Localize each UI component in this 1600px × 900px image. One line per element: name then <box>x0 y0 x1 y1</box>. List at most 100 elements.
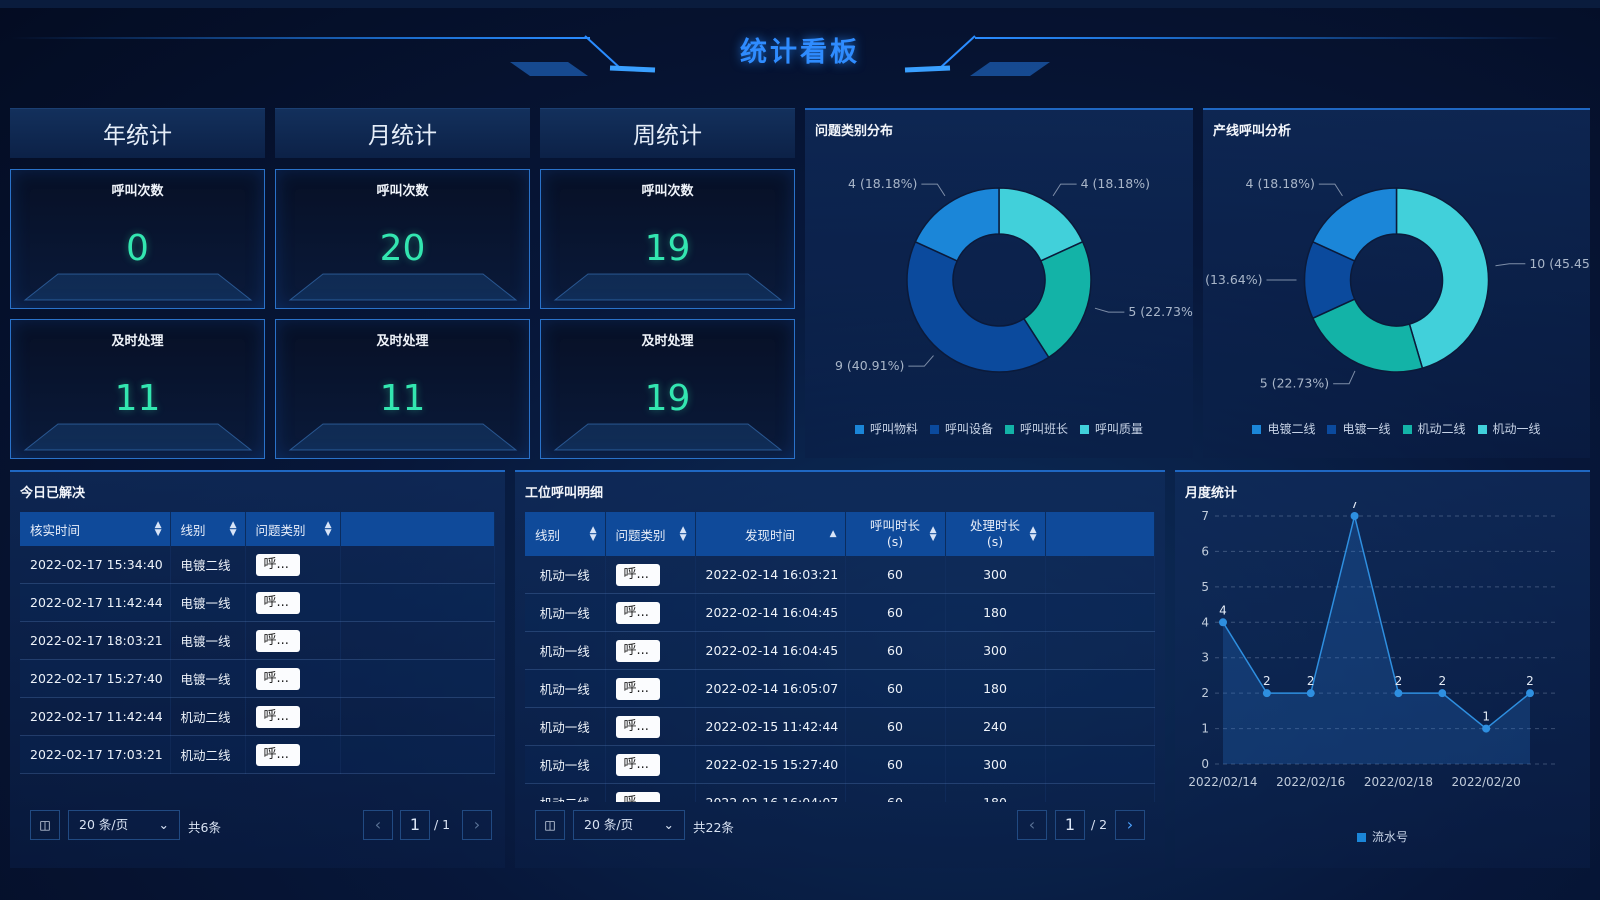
table-row[interactable]: 2022-02-17 11:42:44 机动二线 呼... <box>20 697 495 736</box>
x-tick-label: 2022/02/14 <box>1188 775 1257 789</box>
category-tag[interactable]: 呼... <box>255 667 300 690</box>
page-count: / 2 <box>1091 817 1108 832</box>
category-tag[interactable]: 呼... <box>615 563 660 586</box>
table-row[interactable]: 2022-02-17 15:34:40 电镀二线 呼... <box>20 546 495 584</box>
data-point[interactable] <box>1438 689 1447 698</box>
sort-icon[interactable]: ▲ ▼ <box>1030 526 1037 543</box>
table-row[interactable]: 2022-02-17 17:03:21 机动二线 呼... <box>20 735 495 774</box>
slice-label-line <box>1495 263 1526 267</box>
detail-table-scroll[interactable]: 线别 ▲ ▼ 问题类别 ▲ ▼ 发现时间 ▲ 呼叫时长 (s) ▲ ▼ 处理时长 (s) ▲ ▼ 机动一线 呼.… <box>525 512 1155 802</box>
table-row[interactable]: 机动一线 呼... 2022-02-14 16:04:45 60 300 <box>525 631 1155 670</box>
category-tag[interactable]: 呼... <box>255 553 300 576</box>
table-row[interactable]: 2022-02-17 11:42:44 电镀一线 呼... <box>20 583 495 622</box>
category-tag[interactable]: 呼... <box>615 639 660 662</box>
y-tick-label: 3 <box>1201 651 1209 665</box>
category-tag[interactable]: 呼... <box>615 715 660 738</box>
year-calls-card: 呼叫次数 0 <box>10 169 265 309</box>
y-tick-label: 6 <box>1201 544 1209 558</box>
data-point[interactable] <box>1262 689 1271 698</box>
table-cell: 呼... <box>605 556 696 594</box>
category-tag[interactable]: 呼... <box>255 629 300 652</box>
legend-item[interactable]: 呼叫班长 <box>1005 420 1068 437</box>
table-cell: 呼... <box>605 783 696 802</box>
legend-label: 流水号 <box>1371 830 1408 844</box>
sort-icon[interactable]: ▲ ▼ <box>680 526 687 543</box>
column-header[interactable]: 处理时长 (s) ▲ ▼ <box>945 512 1046 556</box>
data-point[interactable] <box>1306 689 1315 698</box>
detail-table: 线别 ▲ ▼ 问题类别 ▲ ▼ 发现时间 ▲ 呼叫时长 (s) ▲ ▼ 处理时长 (s) ▲ ▼ 机动一线 呼.… <box>525 512 1155 802</box>
columns-icon[interactable]: ◫ <box>535 810 565 840</box>
legend-label: 机动二线 <box>1417 422 1466 436</box>
column-header[interactable]: 问题类别 ▲ ▼ <box>245 512 341 546</box>
category-tag[interactable]: 呼... <box>255 743 300 766</box>
page-size-select[interactable]: 20 条/页 ⌄ <box>68 810 180 840</box>
data-point[interactable] <box>1350 512 1359 520</box>
legend-item[interactable]: 机动二线 <box>1402 420 1466 437</box>
page-input[interactable]: 1 <box>400 810 430 840</box>
table-row[interactable]: 机动一线 呼... 2022-02-15 11:42:44 60 240 <box>525 707 1155 746</box>
data-point[interactable] <box>1526 689 1534 698</box>
chevron-left-icon[interactable]: ‹ <box>363 810 393 840</box>
data-point[interactable] <box>1394 689 1403 698</box>
sort-icon[interactable]: ▲ ▼ <box>930 526 937 543</box>
chevron-left-icon[interactable]: ‹ <box>1017 810 1047 840</box>
category-tag[interactable]: 呼... <box>255 591 300 614</box>
monthly-line-chart: 0123456742 272 2122022/02/14 2022/02/16 2022… <box>1188 502 1558 789</box>
column-header[interactable]: 发现时间 ▲ <box>695 512 846 556</box>
column-header-label: 处理时长 (s) <box>969 518 1020 549</box>
table-cell: 呼... <box>245 583 341 622</box>
legend-item[interactable]: 电镀二线 <box>1252 420 1315 437</box>
legend-item[interactable]: 电镀一线 <box>1327 420 1391 437</box>
data-point[interactable] <box>1219 618 1227 627</box>
data-point[interactable] <box>1482 724 1491 733</box>
table-row[interactable]: 2022-02-17 18:03:21 电镀一线 呼... <box>20 621 495 660</box>
category-tag[interactable]: 呼... <box>615 753 660 776</box>
y-tick-label: 0 <box>1201 757 1209 771</box>
columns-icon[interactable]: ◫ <box>30 810 60 840</box>
column-header[interactable]: 问题类别 ▲ ▼ <box>605 512 696 556</box>
legend-item[interactable]: 呼叫设备 <box>929 420 993 437</box>
table-cell: 电镀一线 <box>170 621 246 660</box>
column-header[interactable]: 线别 ▲ ▼ <box>525 512 606 556</box>
column-header[interactable]: 线别 ▲ ▼ <box>170 512 246 546</box>
stage-base <box>553 273 783 301</box>
page-input[interactable]: 1 <box>1055 810 1085 840</box>
category-tag[interactable]: 呼... <box>615 791 660 802</box>
category-tag[interactable]: 呼... <box>615 677 660 700</box>
x-tick-label: 2022/02/16 <box>1276 775 1345 789</box>
page-size-select[interactable]: 20 条/页 ⌄ <box>573 810 685 840</box>
sort-icon[interactable]: ▲ ▼ <box>325 521 332 538</box>
line-call-analysis-panel: 产线呼叫分析 10 (45.45 5 (22.73%) 3 (13.64%) 4 (1… <box>1203 108 1590 458</box>
sort-icon[interactable]: ▲ ▼ <box>230 521 237 538</box>
table-cell: 2022-02-15 11:42:44 <box>695 707 846 746</box>
timely-value: 11 <box>114 378 161 419</box>
calls-label: 呼叫次数 <box>376 184 429 199</box>
table-row[interactable]: 机动一线 呼... 2022-02-14 16:04:45 60 180 <box>525 593 1155 632</box>
table-cell: 呼... <box>245 546 341 584</box>
table-row[interactable]: 机动一线 呼... 2022-02-15 15:27:40 60 300 <box>525 745 1155 784</box>
chevron-right-icon[interactable]: › <box>1115 810 1145 840</box>
table-cell: 300 <box>945 631 1046 670</box>
data-label: 2 <box>1526 674 1534 688</box>
table-cell: 2022-02-17 11:42:44 <box>20 583 171 622</box>
table-row[interactable]: 2022-02-17 15:27:40 电镀一线 呼... <box>20 659 495 698</box>
donut-slice-1[interactable] <box>906 240 1050 373</box>
legend-item[interactable]: 呼叫物料 <box>854 420 918 437</box>
category-tag[interactable]: 呼... <box>255 705 300 728</box>
table-row[interactable]: 机动一线 呼... 2022-02-14 16:03:21 60 300 <box>525 556 1155 594</box>
chevron-right-icon[interactable]: › <box>462 810 492 840</box>
page-title: 统计看板 <box>740 37 860 68</box>
category-tag[interactable]: 呼... <box>615 601 660 624</box>
table-row[interactable]: 机动二线呼... 2022-02-16 16:04:0760180 <box>525 783 1155 802</box>
total-count: 共6条 <box>188 820 221 835</box>
table-cell: 呼... <box>605 593 696 632</box>
sort-icon[interactable]: ▲ ▼ <box>155 521 162 538</box>
sort-icon[interactable]: ▲ <box>830 530 837 539</box>
legend-item[interactable]: 呼叫质量 <box>1080 420 1143 437</box>
table-row[interactable]: 机动一线 呼... 2022-02-14 16:05:07 60 180 <box>525 669 1155 708</box>
column-header[interactable]: 呼叫时长 (s) ▲ ▼ <box>845 512 946 556</box>
legend-item[interactable]: 机动一线 <box>1477 420 1541 437</box>
slice-label: 3 (13.64%) <box>1203 272 1263 287</box>
sort-icon[interactable]: ▲ ▼ <box>590 526 597 543</box>
column-header[interactable]: 核实时间 ▲ ▼ <box>20 512 171 546</box>
